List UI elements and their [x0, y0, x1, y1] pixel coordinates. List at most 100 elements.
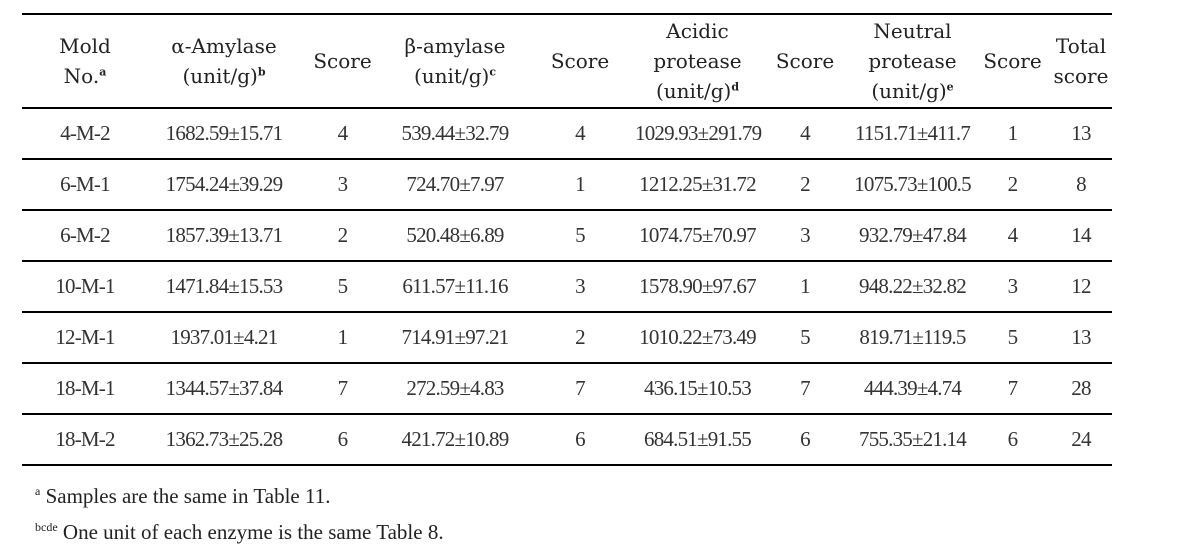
table-cell: 1029.93±291.79 — [635, 121, 762, 145]
table-cell: 1151.71±411.7 — [854, 121, 971, 145]
table-cell: 14 — [1071, 223, 1091, 247]
table-cell: 1471.84±15.53 — [165, 274, 283, 298]
table-cell: 5 — [337, 274, 349, 298]
header-line: Acidic — [666, 19, 729, 43]
header-line: Score — [775, 49, 835, 73]
table-cell: 3 — [575, 274, 586, 298]
table-row: 18-M-1 1344.57±37.84 7 272.59±4.83 7 436.15±1… — [22, 363, 1112, 414]
table-cell: 1754.24±39.29 — [165, 172, 283, 196]
table-cell: 2 — [337, 223, 349, 247]
table-row: 12-M-1 1937.01±4.21 1 714.91±97.21 2 1010.22±… — [22, 312, 1112, 363]
footnote-ref: d — [731, 80, 740, 94]
table-cell: 7 — [337, 376, 349, 400]
table-cell: 611.57±11.16 — [402, 274, 508, 298]
table-cell: 1578.90±97.67 — [639, 274, 756, 298]
header-line: protease — [653, 49, 742, 73]
table-cell: 1212.25±31.72 — [639, 172, 756, 196]
table-cell: 4 — [800, 121, 811, 145]
table-cell: 2 — [575, 325, 586, 349]
header-line: Total — [1055, 34, 1107, 58]
header-line: Score — [313, 49, 372, 73]
column-header: Score — [300, 13, 385, 109]
column-header: α-Amylase (unit/g)b — [148, 13, 300, 109]
table-cell: 1 — [337, 325, 349, 349]
table-cell: 444.39±4.74 — [863, 376, 962, 400]
header-line: Score — [550, 49, 610, 73]
table-cell: 1075.73±100.5 — [854, 172, 971, 196]
header-line: (unit/g) — [871, 79, 947, 103]
table-cell: 7 — [575, 376, 586, 400]
table-cell: 6 — [337, 427, 349, 451]
table-cell: 1 — [1007, 121, 1019, 145]
header-line: Score — [983, 49, 1042, 73]
footnote-bcde: bcde One unit of each enzyme is the same… — [35, 520, 444, 545]
table-cell: 4 — [575, 121, 586, 145]
header-line: No. — [63, 64, 100, 88]
table-cell: 13 — [1071, 121, 1091, 145]
table-cell: 6 — [1007, 427, 1019, 451]
footnote-mark: a — [35, 484, 41, 498]
table-cell: 1 — [800, 274, 811, 298]
table-cell: 1010.22±73.49 — [639, 325, 756, 349]
header-row: Mold No.a α-Amylase (unit/g)b Score β-amylase… — [22, 13, 1112, 109]
table-cell: 6-M-2 — [60, 223, 110, 247]
table-cell: 12 — [1071, 274, 1091, 298]
table-cell: 714.91±97.21 — [401, 325, 510, 349]
table-row: 10-M-1 1471.84±15.53 5 611.57±11.16 3 1578.90… — [22, 261, 1112, 312]
column-header: β-amylase (unit/g)c — [385, 13, 525, 109]
table-cell: 6 — [575, 427, 586, 451]
table-cell: 2 — [800, 172, 811, 196]
table-cell: 13 — [1071, 325, 1091, 349]
table-cell: 436.15±10.53 — [644, 376, 752, 400]
table-cell: 1362.73±25.28 — [165, 427, 283, 451]
footnote-ref: e — [946, 80, 954, 94]
header-line: score — [1053, 64, 1109, 88]
table-row: 18-M-2 1362.73±25.28 6 421.72±10.89 6 684.51±… — [22, 414, 1112, 465]
table-cell: 3 — [800, 223, 811, 247]
table-row: 4-M-2 1682.59±15.71 4 539.44±32.79 4 1029.93±… — [22, 108, 1112, 159]
column-header: Score — [525, 13, 635, 109]
table-cell: 932.79±47.84 — [859, 223, 967, 247]
header-line: (unit/g) — [655, 79, 732, 103]
table-cell: 724.70±7.97 — [406, 172, 504, 196]
table-cell: 4-M-2 — [60, 121, 110, 145]
table-cell: 2 — [1007, 172, 1019, 196]
column-header: Neutral protease (unit/g)e — [850, 13, 975, 109]
table-cell: 18-M-1 — [55, 376, 115, 400]
column-header: Acidic protease (unit/g)d — [635, 13, 760, 109]
table-cell: 1682.59±15.71 — [165, 121, 283, 145]
table-cell: 755.35±21.14 — [859, 427, 967, 451]
table-cell: 7 — [800, 376, 811, 400]
table-cell: 5 — [575, 223, 586, 247]
footnote-mark: bcde — [35, 520, 58, 534]
table-cell: 539.44±32.79 — [401, 121, 510, 145]
table-cell: 5 — [800, 325, 811, 349]
footnote-ref: a — [99, 65, 107, 79]
table-cell: 7 — [1007, 376, 1019, 400]
table-cell: 3 — [1007, 274, 1019, 298]
column-header: Total score — [1050, 13, 1112, 109]
header-line: Mold — [59, 34, 111, 58]
footnote-ref: c — [489, 65, 497, 79]
table-cell: 24 — [1071, 427, 1091, 451]
header-line: β-amylase — [404, 34, 506, 58]
column-header: Score — [975, 13, 1050, 109]
table-cell: 6-M-1 — [60, 172, 110, 196]
table-cell: 4 — [1007, 223, 1019, 247]
table-cell: 421.72±10.89 — [401, 427, 510, 451]
table-cell: 948.22±32.82 — [859, 274, 967, 298]
table-cell: 3 — [337, 172, 349, 196]
table-row: 6-M-1 1754.24±39.29 3 724.70±7.97 1 1212.25±3… — [22, 159, 1112, 210]
footnote-a: a Samples are the same in Table 11. — [35, 484, 330, 509]
column-header: Mold No.a — [22, 13, 148, 109]
table-cell: 1344.57±37.84 — [165, 376, 283, 400]
table-cell: 10-M-1 — [55, 274, 115, 298]
table-row: 6-M-2 1857.39±13.71 2 520.48±6.89 5 1074.75±7… — [22, 210, 1112, 261]
footnote-text: One unit of each enzyme is the same Tabl… — [62, 520, 444, 544]
table-cell: 5 — [1007, 325, 1019, 349]
header-line: Neutral — [873, 19, 952, 43]
table-cell: 272.59±4.83 — [406, 376, 504, 400]
table-cell: 520.48±6.89 — [406, 223, 504, 247]
table-cell: 12-M-1 — [55, 325, 115, 349]
table-cell: 1857.39±13.71 — [165, 223, 283, 247]
